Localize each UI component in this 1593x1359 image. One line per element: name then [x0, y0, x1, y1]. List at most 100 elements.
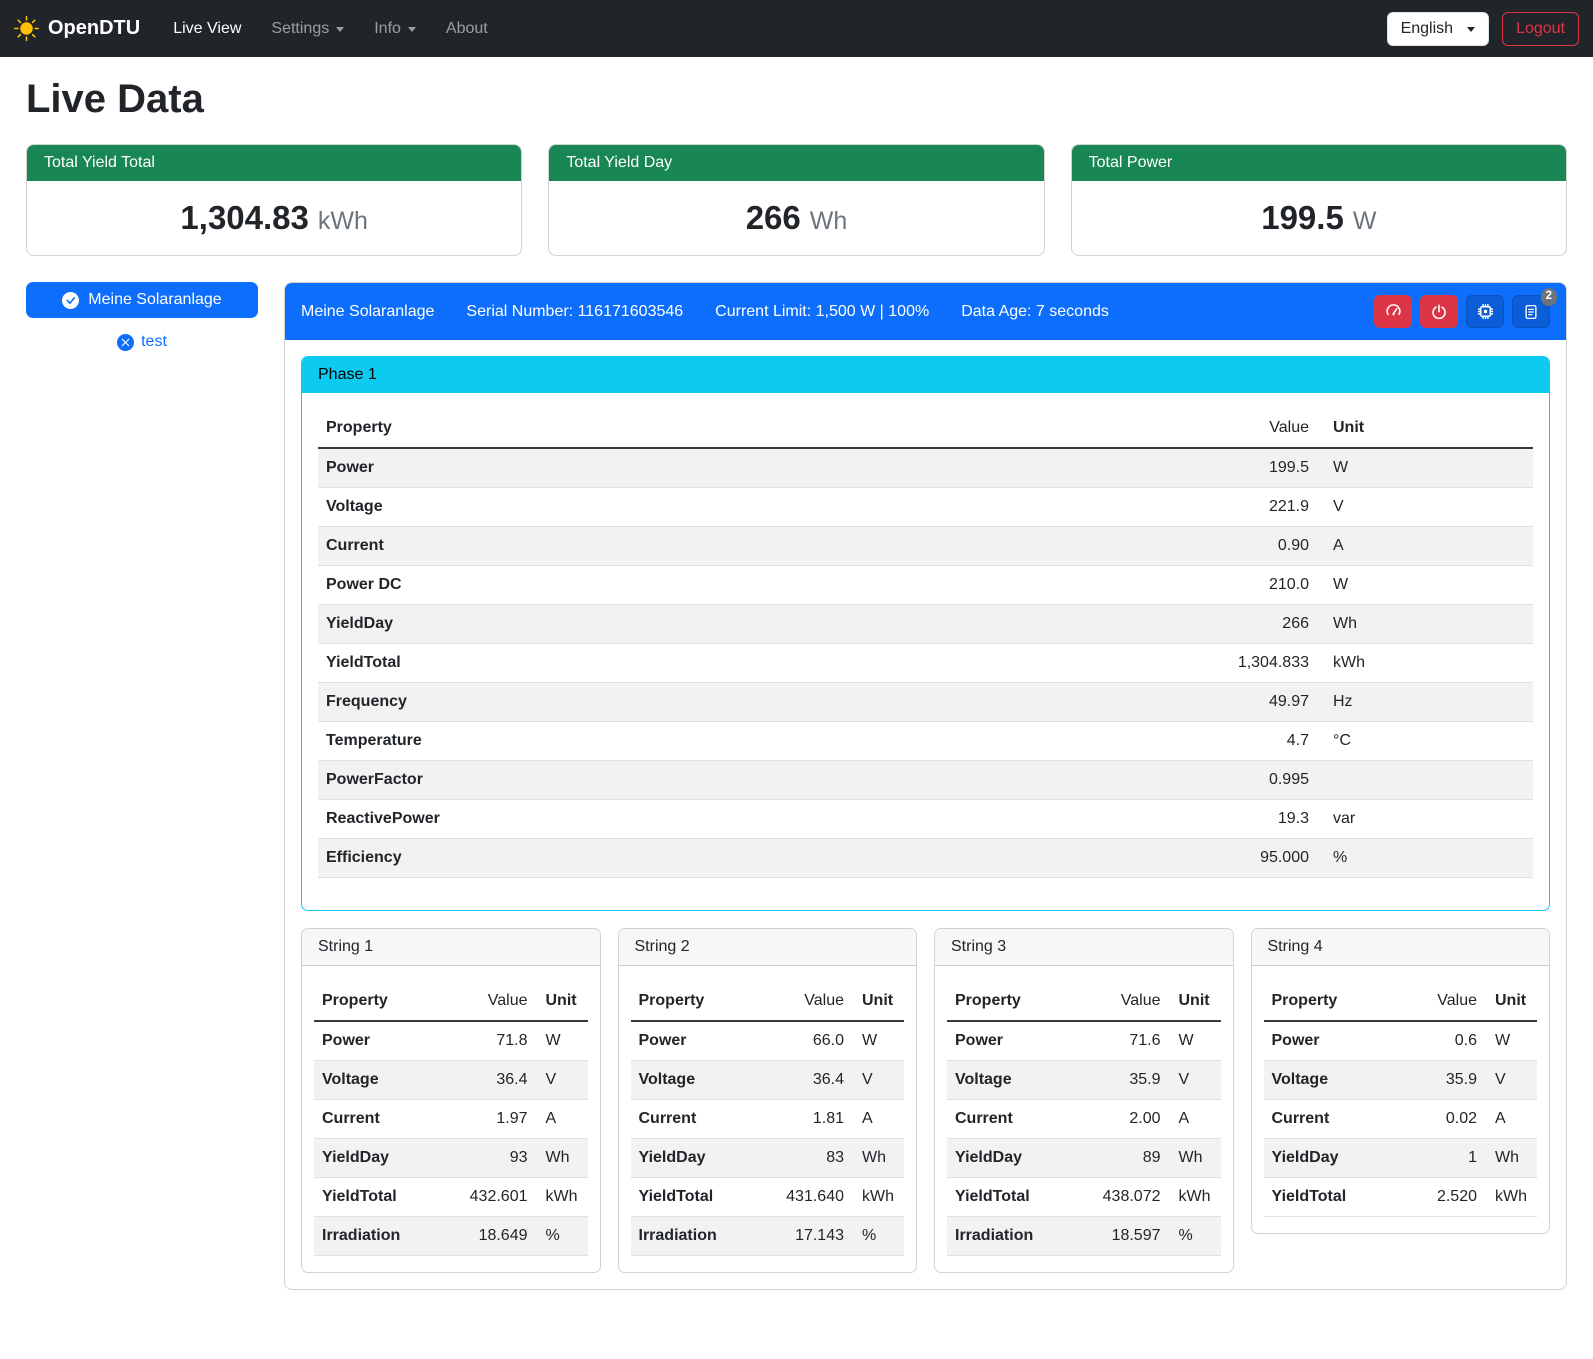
table-row: Irradiation17.143%: [631, 1217, 905, 1256]
table-header-row: Property Value Unit: [631, 982, 905, 1021]
property-cell: Voltage: [1264, 1061, 1394, 1100]
device-info-button[interactable]: [1466, 295, 1504, 328]
unit-cell: kWh: [852, 1178, 904, 1217]
property-cell: Power: [318, 448, 1187, 488]
property-cell: Temperature: [318, 722, 1187, 761]
page-title: Live Data: [26, 77, 1567, 122]
property-cell: Power: [631, 1021, 761, 1061]
unit-header: Unit: [852, 982, 904, 1021]
unit-cell: V: [536, 1061, 588, 1100]
property-cell: Current: [631, 1100, 761, 1139]
brand-label: OpenDTU: [48, 17, 140, 40]
property-cell: YieldDay: [1264, 1139, 1394, 1178]
unit-cell: V: [1317, 488, 1533, 527]
unit-cell: V: [1485, 1061, 1537, 1100]
nav-item-about[interactable]: About: [431, 12, 503, 46]
table-row: YieldDay89Wh: [947, 1139, 1221, 1178]
property-cell: PowerFactor: [318, 761, 1187, 800]
table-row: Temperature4.7°C: [318, 722, 1533, 761]
inverter-data-age: Data Age: 7 seconds: [961, 303, 1109, 321]
value-header: Value: [444, 982, 536, 1021]
value-cell: 221.9: [1187, 488, 1317, 527]
unit-cell: W: [1317, 448, 1533, 488]
unit-cell: var: [1317, 800, 1533, 839]
sun-icon: [14, 16, 39, 41]
strings-row: String 1 Property Value Unit: [301, 928, 1550, 1273]
table-row: YieldTotal431.640kWh: [631, 1178, 905, 1217]
value-cell: 210.0: [1187, 566, 1317, 605]
language-select[interactable]: English: [1387, 12, 1489, 46]
string-4-card: String 4 Property Value Unit: [1251, 928, 1551, 1234]
value-cell: 83: [760, 1139, 852, 1178]
power-icon: [1430, 303, 1448, 321]
property-header: Property: [314, 982, 444, 1021]
event-log-button[interactable]: 2: [1512, 295, 1550, 328]
power-button[interactable]: [1420, 295, 1458, 328]
content-row: Meine Solaranlage test Meine Solaranlage…: [26, 282, 1567, 1290]
table-row: Power71.6W: [947, 1021, 1221, 1061]
nav-item-live-view[interactable]: Live View: [158, 12, 256, 46]
value-cell: 1,304.833: [1187, 644, 1317, 683]
limit-settings-button[interactable]: [1374, 295, 1412, 328]
table-row: Voltage36.4V: [631, 1061, 905, 1100]
property-cell: Voltage: [318, 488, 1187, 527]
brand[interactable]: OpenDTU: [14, 16, 140, 41]
value-cell: 431.640: [760, 1178, 852, 1217]
value-cell: 0.6: [1393, 1021, 1485, 1061]
unit-cell: Wh: [1485, 1139, 1537, 1178]
sidebar-item-meine-solaranlage[interactable]: Meine Solaranlage: [26, 282, 258, 318]
inverter-sidebar: Meine Solaranlage test: [26, 282, 258, 351]
unit-cell: A: [1317, 527, 1533, 566]
unit-cell: W: [852, 1021, 904, 1061]
logout-button[interactable]: Logout: [1502, 12, 1579, 46]
property-cell: Power: [1264, 1021, 1394, 1061]
unit-cell: %: [1169, 1217, 1221, 1256]
string-card-title: String 3: [935, 929, 1233, 966]
table-row: YieldTotal2.520kWh: [1264, 1178, 1538, 1217]
string-card-body: Property Value Unit Power66.0W Voltage36…: [619, 966, 917, 1256]
property-header: Property: [1264, 982, 1394, 1021]
string-table: Property Value Unit Power0.6W Voltage35.…: [1264, 982, 1538, 1217]
total-power-value: 199.5: [1261, 199, 1344, 236]
table-row: Current0.02A: [1264, 1100, 1538, 1139]
value-cell: 1.81: [760, 1100, 852, 1139]
total-yield-total-card: Total Yield Total 1,304.83kWh: [26, 144, 522, 256]
value-cell: 432.601: [444, 1178, 536, 1217]
unit-header: Unit: [536, 982, 588, 1021]
total-power-unit: W: [1353, 207, 1377, 235]
unit-cell: Wh: [1317, 605, 1533, 644]
nav-item-info[interactable]: Info: [359, 12, 431, 46]
nav-item-settings[interactable]: Settings: [256, 12, 359, 46]
value-cell: 0.995: [1187, 761, 1317, 800]
card-value-area: 266Wh: [549, 181, 1043, 255]
table-row: Current2.00A: [947, 1100, 1221, 1139]
unit-cell: %: [852, 1217, 904, 1256]
table-row: Irradiation18.597%: [947, 1217, 1221, 1256]
unit-cell: Hz: [1317, 683, 1533, 722]
string-card-title: String 4: [1252, 929, 1550, 966]
property-cell: Power: [947, 1021, 1077, 1061]
cpu-icon: [1476, 302, 1495, 321]
table-row: YieldDay83Wh: [631, 1139, 905, 1178]
string-1-card: String 1 Property Value Unit: [301, 928, 601, 1273]
journal-icon: [1522, 303, 1540, 321]
table-row: Voltage36.4V: [314, 1061, 588, 1100]
chevron-down-icon: [408, 27, 416, 32]
property-cell: Irradiation: [631, 1217, 761, 1256]
property-cell: Voltage: [631, 1061, 761, 1100]
total-yield-day-value: 266: [746, 199, 801, 236]
sidebar-item-test[interactable]: test: [26, 333, 258, 351]
unit-cell: A: [536, 1100, 588, 1139]
value-cell: 89: [1077, 1139, 1169, 1178]
total-yield-day-card: Total Yield Day 266Wh: [548, 144, 1044, 256]
value-cell: 71.8: [444, 1021, 536, 1061]
unit-cell: °C: [1317, 722, 1533, 761]
unit-cell: Wh: [1169, 1139, 1221, 1178]
table-row: YieldTotal432.601kWh: [314, 1178, 588, 1217]
unit-header: Unit: [1485, 982, 1537, 1021]
inverter-actions: 2: [1374, 295, 1550, 328]
inverter-card-header: Meine Solaranlage Serial Number: 1161716…: [285, 283, 1566, 340]
value-header: Value: [1077, 982, 1169, 1021]
table-row: Power71.8W: [314, 1021, 588, 1061]
string-card-title: String 2: [619, 929, 917, 966]
